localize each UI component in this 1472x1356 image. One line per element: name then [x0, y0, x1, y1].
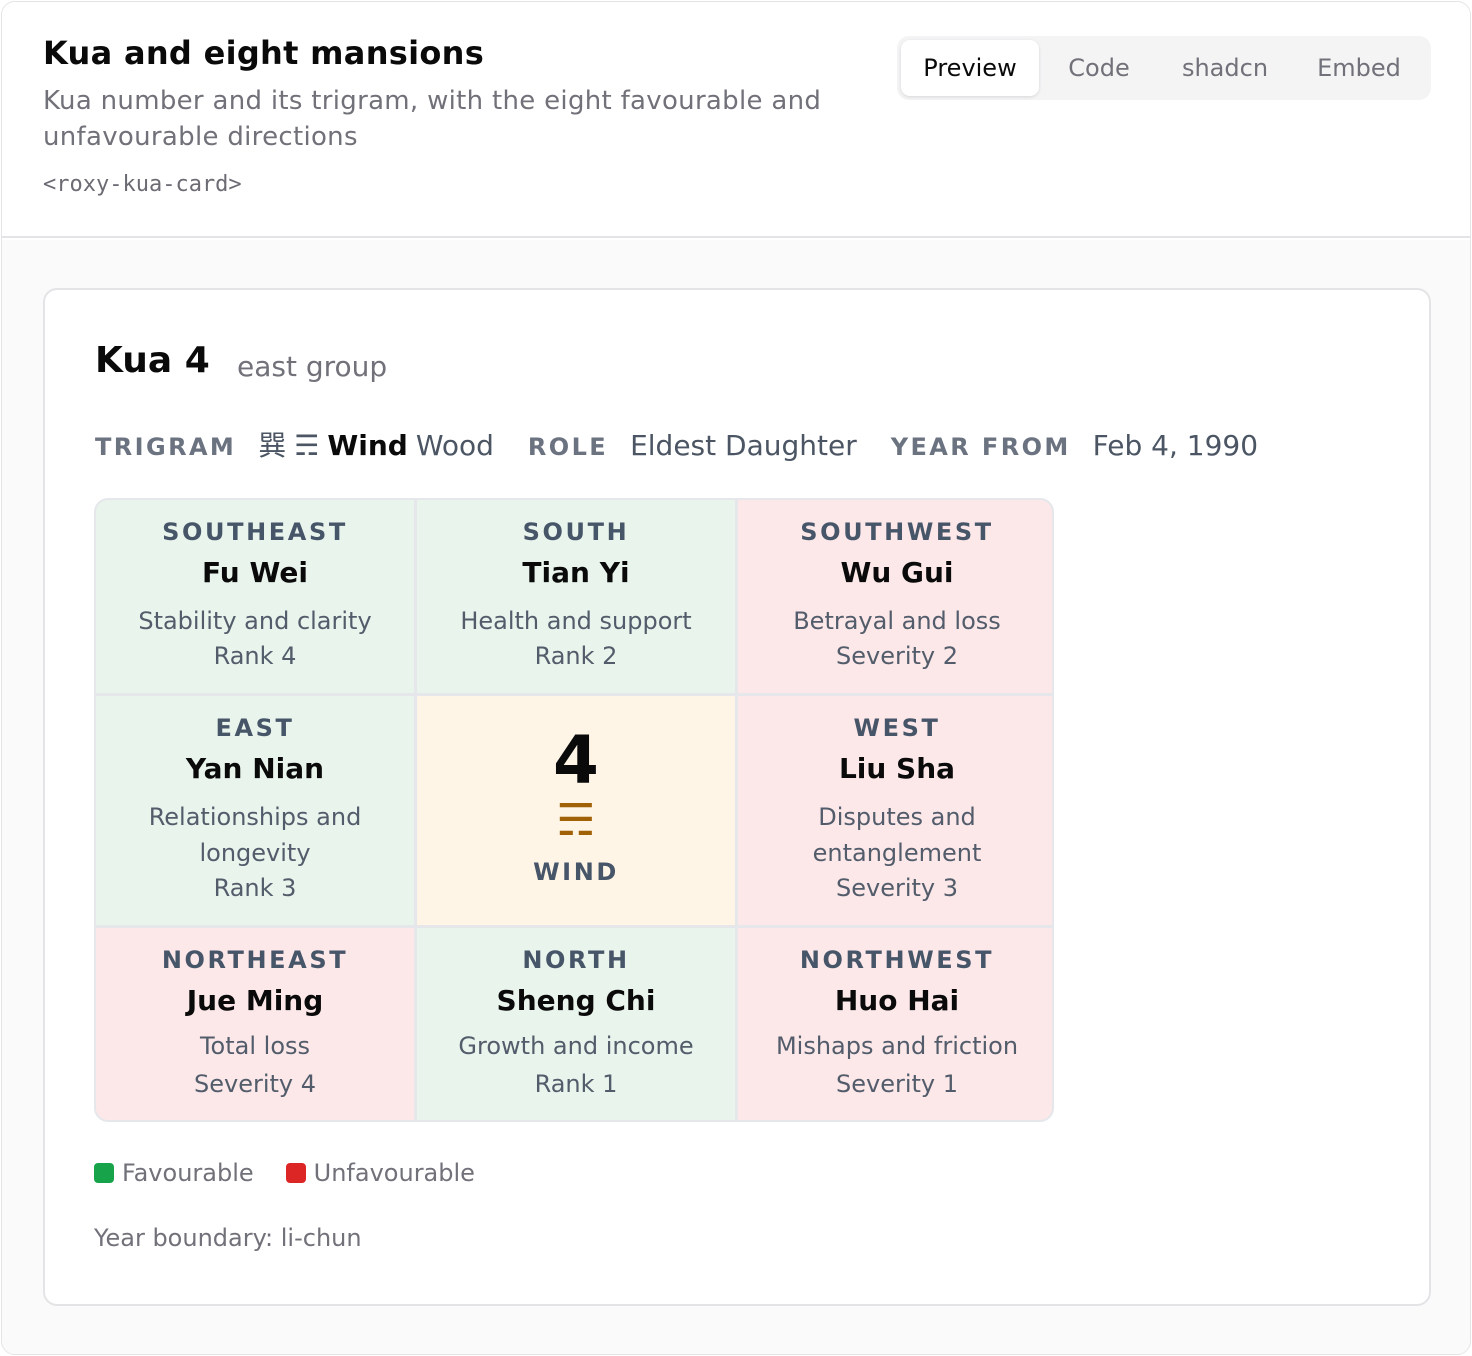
- role-value: Eldest Daughter: [630, 429, 857, 462]
- mansion-meaning: Growth and income: [458, 1032, 694, 1060]
- mansion-rank: Rank 3: [213, 874, 297, 902]
- mansion-grid: SOUTHEAST Fu Wei Stability and clarity R…: [94, 498, 1054, 1122]
- legend-favourable: Favourable: [122, 1159, 254, 1187]
- direction-label: NORTH: [522, 946, 630, 974]
- mansion-name: Yan Nian: [185, 752, 325, 785]
- mansion-name: Jue Ming: [186, 984, 324, 1017]
- mansion-meaning: Mishaps and friction: [775, 1032, 1019, 1060]
- preview-area: Kua 4 east group TRIGRAM 巽 ☴ Wind Wood R…: [2, 240, 1470, 1354]
- direction-label: SOUTHEAST: [162, 518, 348, 546]
- mansion-cell-southeast: SOUTHEAST Fu Wei Stability and clarity R…: [96, 500, 414, 693]
- mansion-cell-northwest: NORTHWEST Huo Hai Mishaps and friction S…: [738, 928, 1052, 1120]
- page-description: Kua number and its trigram, with the eig…: [43, 86, 822, 152]
- trigram-label-center: WIND: [533, 858, 619, 886]
- mansion-cell-north: NORTH Sheng Chi Growth and income Rank 1: [417, 928, 735, 1120]
- direction-label: SOUTHWEST: [800, 518, 994, 546]
- mansion-meaning: Health and support: [460, 607, 692, 635]
- trigram-element: Wood: [415, 429, 494, 462]
- kua-card: Kua 4 east group TRIGRAM 巽 ☴ Wind Wood R…: [43, 288, 1431, 1306]
- direction-label: EAST: [215, 714, 295, 742]
- mansion-meaning: Disputes and entanglement: [812, 803, 982, 867]
- trigram-name: Wind: [327, 429, 408, 462]
- component-frame: Kua and eight mansions Kua number and it…: [1, 1, 1471, 1355]
- trigram-symbol: ☴: [294, 429, 320, 462]
- year-value: Feb 4, 1990: [1092, 429, 1259, 462]
- unfavourable-swatch: [285, 1163, 306, 1183]
- view-tabs: Preview Code shadcn Embed: [897, 36, 1431, 100]
- role-label: ROLE: [527, 433, 609, 461]
- kua-group: east group: [237, 350, 388, 383]
- year-boundary-note: Year boundary: li-chun: [94, 1224, 362, 1252]
- direction-label: NORTHWEST: [799, 946, 995, 974]
- year-label: YEAR FROM: [890, 433, 1071, 461]
- legend-unfavourable: Unfavourable: [313, 1159, 475, 1187]
- trigram-label: TRIGRAM: [95, 433, 237, 461]
- mansion-name: Liu Sha: [838, 752, 956, 785]
- kua-center-cell: 4 ☴ WIND: [417, 696, 735, 925]
- component-header: Kua and eight mansions Kua number and it…: [2, 2, 1470, 238]
- mansion-rank: Rank 2: [534, 642, 618, 670]
- mansion-severity: Severity 3: [835, 874, 958, 902]
- kua-number: 4: [553, 722, 599, 799]
- mansion-rank: Rank 4: [213, 642, 297, 670]
- mansion-name: Tian Yi: [522, 556, 630, 589]
- mansion-severity: Severity 4: [193, 1070, 316, 1098]
- direction-label: NORTHEAST: [161, 946, 349, 974]
- trigram-char: 巽: [258, 429, 287, 462]
- mansion-meaning: Relationships and longevity: [148, 803, 362, 867]
- kua-meta-row: TRIGRAM 巽 ☴ Wind Wood ROLE Eldest Daught…: [95, 424, 1258, 464]
- tab-preview[interactable]: Preview: [901, 40, 1039, 96]
- mansion-name: Fu Wei: [202, 556, 308, 589]
- mansion-severity: Severity 2: [835, 642, 958, 670]
- direction-label: WEST: [853, 714, 941, 742]
- mansion-cell-northeast: NORTHEAST Jue Ming Total loss Severity 4: [96, 928, 414, 1120]
- mansion-meaning: Stability and clarity: [138, 607, 372, 635]
- page-title: Kua and eight mansions: [43, 34, 485, 72]
- component-tag: <roxy-kua-card>: [43, 172, 242, 197]
- mansion-name: Huo Hai: [834, 984, 960, 1017]
- mansion-meaning: Betrayal and loss: [793, 607, 1001, 635]
- tab-shadcn[interactable]: shadcn: [1159, 40, 1291, 96]
- tab-code[interactable]: Code: [1039, 40, 1159, 96]
- kua-title: Kua 4: [95, 340, 210, 381]
- mansion-cell-west: WEST Liu Sha Disputes and entanglement S…: [738, 696, 1052, 925]
- mansion-cell-south: SOUTH Tian Yi Health and support Rank 2: [417, 500, 735, 693]
- legend: Favourable Unfavourable: [94, 1158, 507, 1188]
- favourable-swatch: [94, 1163, 114, 1183]
- mansion-cell-east: EAST Yan Nian Relationships and longevit…: [96, 696, 414, 925]
- mansion-name: Wu Gui: [840, 556, 954, 589]
- tab-embed[interactable]: Embed: [1291, 40, 1427, 96]
- mansion-severity: Severity 1: [835, 1070, 958, 1098]
- mansion-meaning: Total loss: [199, 1032, 311, 1060]
- direction-label: SOUTH: [522, 518, 630, 546]
- trigram-wind-icon: ☴: [556, 795, 596, 846]
- mansion-rank: Rank 1: [534, 1070, 618, 1098]
- mansion-name: Sheng Chi: [496, 984, 656, 1017]
- mansion-cell-southwest: SOUTHWEST Wu Gui Betrayal and loss Sever…: [738, 500, 1052, 693]
